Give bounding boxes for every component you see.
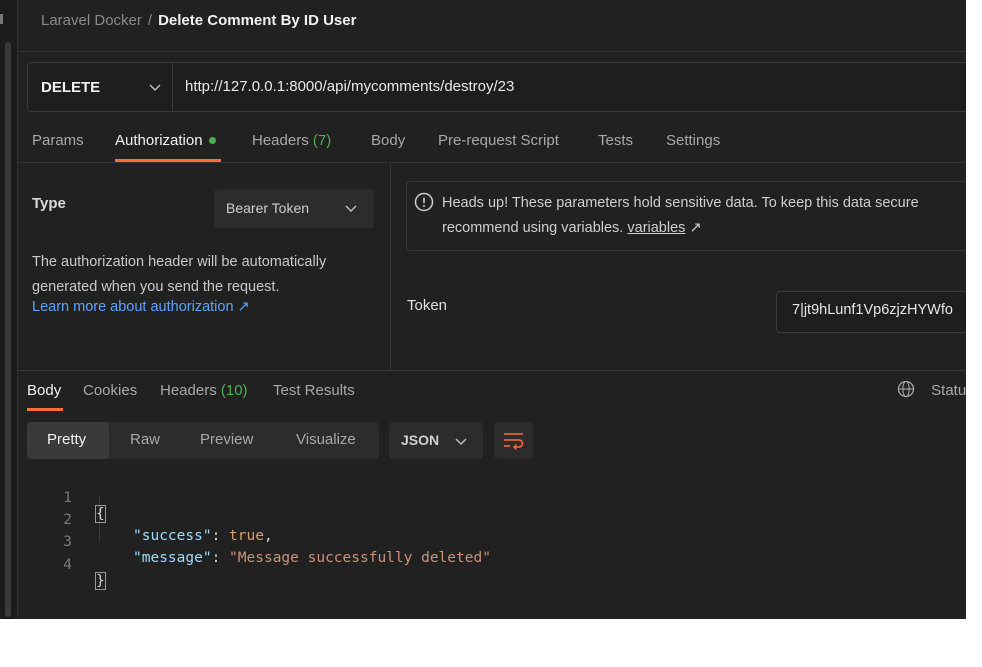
tab-headers[interactable]: Headers (7) (252, 132, 331, 149)
view-preview-button[interactable]: Preview (200, 431, 253, 448)
tab-headers-count: (7) (312, 132, 332, 149)
code-line: 4 } (40, 541, 106, 590)
chevron-down-icon (345, 205, 357, 213)
view-visualize-button[interactable]: Visualize (296, 431, 356, 448)
auth-description: The authorization header will be automat… (32, 254, 327, 295)
response-tab-test-results[interactable]: Test Results (273, 382, 355, 399)
code-text: } (95, 572, 106, 590)
scrollbar-thumb[interactable] (5, 42, 11, 617)
chevron-down-icon (455, 438, 467, 446)
tab-authorization[interactable]: Authorization (115, 132, 216, 149)
response-tab-cookies[interactable]: Cookies (83, 382, 137, 399)
token-value: 7|jt9hLunf1Vp6zjzHYWfo (792, 302, 953, 318)
code-line: 2 "success": true, (40, 496, 272, 544)
request-title[interactable]: Delete Comment By ID User (158, 12, 356, 29)
json-key-message: "message" (133, 550, 212, 566)
sensitive-data-notice: Heads up! These parameters hold sensitiv… (406, 181, 966, 251)
close-brace: } (95, 572, 106, 590)
code-line: 1 { (40, 474, 106, 523)
request-url-bar: DELETE http://127.0.0.1:8000/api/mycomme… (27, 62, 966, 112)
header-divider (17, 51, 966, 52)
breadcrumb: Laravel Docker / Delete Comment By ID User (41, 12, 356, 29)
response-pane-divider[interactable] (17, 370, 966, 371)
open-brace: { (95, 505, 106, 523)
tab-authorization-label: Authorization (115, 132, 203, 149)
active-indicator-dot (208, 136, 216, 144)
tabs-divider (17, 162, 966, 163)
json-value-message: "Message successfully deleted" (229, 550, 491, 566)
sidebar-handle[interactable] (0, 14, 3, 24)
tab-params[interactable]: Params (32, 132, 84, 149)
json-key-success: "success" (133, 528, 212, 544)
response-tab-headers-count: (10) (220, 382, 248, 399)
variables-link[interactable]: variables (627, 220, 685, 236)
response-tab-body[interactable]: Body (27, 382, 61, 399)
auth-type-label: Type (32, 195, 66, 212)
token-label: Token (407, 297, 448, 314)
response-tab-underline (27, 408, 63, 411)
learn-more-auth-link[interactable]: Learn more about authorization ↗ (32, 299, 250, 315)
code-text: "success": true, (133, 528, 273, 544)
tab-body[interactable]: Body (371, 132, 405, 149)
method-select[interactable]: DELETE (28, 63, 173, 111)
breadcrumb-collection[interactable]: Laravel Docker (41, 12, 142, 29)
chevron-down-icon (149, 84, 161, 92)
response-tab-headers[interactable]: Headers (10) (160, 382, 248, 399)
response-status: Statu (897, 380, 966, 400)
left-scrollbar[interactable] (0, 0, 18, 619)
auth-panel-divider (390, 163, 391, 370)
tab-settings[interactable]: Settings (666, 132, 720, 149)
postman-window: Laravel Docker / Delete Comment By ID User… (0, 0, 966, 619)
status-label: Statu (931, 382, 966, 399)
tab-prerequest-script[interactable]: Pre-request Script (438, 132, 559, 149)
code-line: 3 "message": "Message successfully delet… (40, 518, 491, 566)
token-input[interactable]: 7|jt9hLunf1Vp6zjzHYWfo (776, 291, 966, 333)
info-icon (414, 192, 434, 212)
json-colon: : (211, 528, 230, 544)
code-text: { (95, 505, 106, 523)
wrap-lines-icon (504, 433, 524, 450)
tab-tests[interactable]: Tests (598, 132, 633, 149)
wrap-lines-button[interactable] (494, 422, 533, 459)
format-select[interactable]: JSON (389, 422, 483, 459)
view-pretty-button[interactable]: Pretty (47, 431, 86, 448)
code-text: "message": "Message successfully deleted… (133, 550, 491, 566)
breadcrumb-separator: / (147, 12, 153, 29)
notice-line-2-text: recommend using variables. (442, 220, 624, 236)
json-value-success: true (229, 528, 264, 544)
external-link-icon: ↗ (689, 220, 702, 236)
json-comma: , (263, 528, 273, 544)
url-input[interactable]: http://127.0.0.1:8000/api/mycomments/des… (185, 78, 514, 95)
tab-headers-label: Headers (252, 132, 309, 149)
view-mode-segmented: Pretty Raw Preview Visualize (27, 422, 379, 459)
notice-line-1: Heads up! These parameters hold sensitiv… (442, 195, 919, 211)
line-number: 4 (63, 557, 72, 573)
format-value: JSON (401, 432, 440, 448)
response-tab-headers-label: Headers (160, 382, 217, 399)
notice-line-2: recommend using variables. variables ↗ (442, 220, 702, 236)
view-raw-button[interactable]: Raw (130, 431, 160, 448)
json-colon: : (211, 550, 230, 566)
globe-icon[interactable] (897, 380, 915, 398)
auth-type-value: Bearer Token (226, 200, 310, 216)
auth-type-select[interactable]: Bearer Token (214, 189, 374, 228)
method-label: DELETE (41, 79, 101, 96)
